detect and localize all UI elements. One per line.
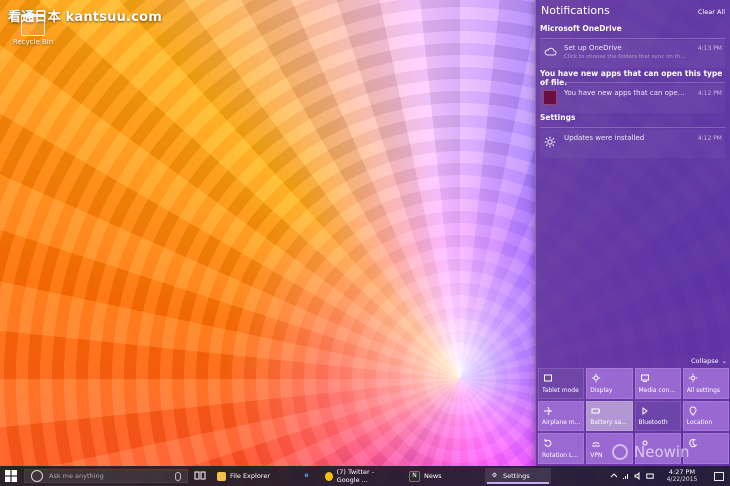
active-app-indicator (487, 482, 549, 484)
quick-action-battery-saver[interactable]: Battery saver (586, 400, 633, 432)
microphone-icon[interactable] (175, 471, 181, 481)
search-placeholder: Ask me anything (49, 472, 104, 480)
quick-action-label: Battery saver (590, 419, 630, 427)
taskbar-app-file-explorer[interactable]: File Explorer (212, 468, 294, 484)
quick-action-all-settings[interactable]: All settings (682, 368, 729, 399)
notification-time: 4:13 PM (697, 45, 722, 52)
collapse-label: Collapse (691, 357, 719, 365)
network-icon[interactable] (622, 472, 630, 480)
volume-icon[interactable] (634, 472, 642, 480)
taskbar-app-label: Settings (503, 472, 530, 480)
taskbar-app-settings[interactable]: ⚙ Settings (485, 468, 551, 484)
tablet-mode-icon (543, 373, 553, 383)
media-connect-icon (640, 373, 650, 383)
taskbar: Ask me anything File Explorer e (7) Twit… (0, 466, 730, 486)
quick-action-rotation-lock[interactable]: Rotation Lock (538, 433, 585, 464)
chrome-icon (325, 471, 333, 481)
action-center-header: Notifications Clear All (536, 0, 730, 22)
keyboard-icon[interactable] (646, 472, 654, 480)
quick-action-display[interactable]: Display (586, 368, 633, 399)
notification-new-apps[interactable]: You have new apps that can open we 4:12 … (540, 85, 725, 113)
all-settings-icon (688, 373, 698, 383)
taskbar-app-label: News (424, 472, 442, 480)
notification-divider (540, 82, 725, 83)
quick-action-label: Tablet mode (542, 386, 579, 394)
notification-title: You have new apps that can open we (564, 89, 687, 97)
bluetooth-icon (640, 406, 650, 416)
cortana-search-icon (31, 470, 43, 482)
neowin-watermark: Neowin (612, 438, 730, 466)
app-tile-icon (543, 89, 557, 105)
notification-body: Click to choose the folders that sync on… (564, 54, 687, 60)
clock-time: 4:27 PM (668, 468, 696, 476)
settings-gear-icon (543, 135, 557, 149)
collapse-button[interactable]: Collapse ⌄ (691, 357, 727, 365)
file-explorer-icon (217, 471, 226, 481)
neowin-logo-icon (612, 444, 628, 460)
recycle-bin-icon (21, 14, 45, 36)
notification-updates-installed[interactable]: Updates were installed 4:12 PM (540, 130, 725, 158)
desktop-icon-label: Recycle Bin (12, 38, 54, 46)
task-view-icon (194, 471, 206, 480)
rotation-lock-icon (543, 438, 553, 448)
quick-action-label: All settings (686, 386, 721, 394)
notification-group-title-settings: Settings (540, 113, 576, 122)
system-tray: 4:27 PM 4/22/2015 (606, 468, 730, 484)
internet-explorer-icon: e (304, 472, 309, 479)
taskbar-app-label: File Explorer (230, 472, 271, 480)
quick-action-label: Media connect (638, 386, 678, 394)
taskbar-app-label: (7) Twitter - Google ... (336, 468, 375, 484)
notification-onedrive-setup[interactable]: Set up OneDrive Click to choose the fold… (540, 40, 725, 68)
notification-time: 4:12 PM (697, 90, 722, 97)
taskbar-clock[interactable]: 4:27 PM 4/22/2015 (662, 468, 702, 483)
start-button[interactable] (4, 469, 18, 483)
taskbar-search-box[interactable]: Ask me anything (24, 469, 188, 483)
quick-action-label: Airplane mode (542, 419, 581, 427)
show-hidden-icons-icon[interactable] (610, 472, 618, 480)
quick-action-location[interactable]: Location (682, 400, 729, 432)
display-icon (591, 373, 601, 383)
quick-action-tablet-mode[interactable]: Tablet mode (538, 368, 585, 399)
clock-date: 4/22/2015 (666, 476, 698, 483)
quick-action-label: Bluetooth (638, 419, 668, 427)
airplane-mode-icon (543, 406, 553, 416)
news-icon: N (409, 470, 420, 482)
settings-app-icon: ⚙ (491, 472, 498, 479)
notification-time: 4:12 PM (697, 135, 722, 142)
taskbar-app-internet-explorer[interactable]: e (296, 468, 318, 484)
quick-action-label: Rotation Lock (542, 451, 582, 459)
notification-divider (540, 38, 725, 39)
chevron-down-icon: ⌄ (721, 357, 728, 365)
action-center-button[interactable] (714, 472, 724, 481)
neowin-text: Neowin (634, 443, 690, 461)
notification-title: Set up OneDrive (564, 44, 622, 52)
location-icon (688, 406, 698, 416)
windows-logo-icon (5, 470, 17, 482)
quick-action-label: Display (590, 386, 613, 394)
notification-divider (540, 127, 725, 128)
battery-saver-icon (591, 406, 601, 416)
onedrive-cloud-icon (543, 45, 557, 59)
quick-action-media-connect[interactable]: Media connect (634, 368, 681, 399)
quick-action-bluetooth[interactable]: Bluetooth (634, 400, 681, 432)
taskbar-app-chrome[interactable]: (7) Twitter - Google ... (320, 468, 402, 484)
quick-action-label: Location (686, 419, 713, 427)
taskbar-app-news[interactable]: N News (404, 468, 464, 484)
notification-group-title-onedrive: Microsoft OneDrive (540, 24, 622, 33)
action-center: Notifications Clear All Microsoft OneDri… (535, 0, 730, 466)
desktop-icon-recycle-bin[interactable]: Recycle Bin (5, 14, 61, 46)
action-center-title: Notifications (541, 4, 610, 17)
quick-action-airplane-mode[interactable]: Airplane mode (538, 400, 585, 432)
notification-title: Updates were installed (564, 134, 645, 142)
clear-all-button[interactable]: Clear All (698, 8, 725, 16)
vpn-icon (591, 438, 601, 448)
task-view-button[interactable] (193, 470, 207, 482)
